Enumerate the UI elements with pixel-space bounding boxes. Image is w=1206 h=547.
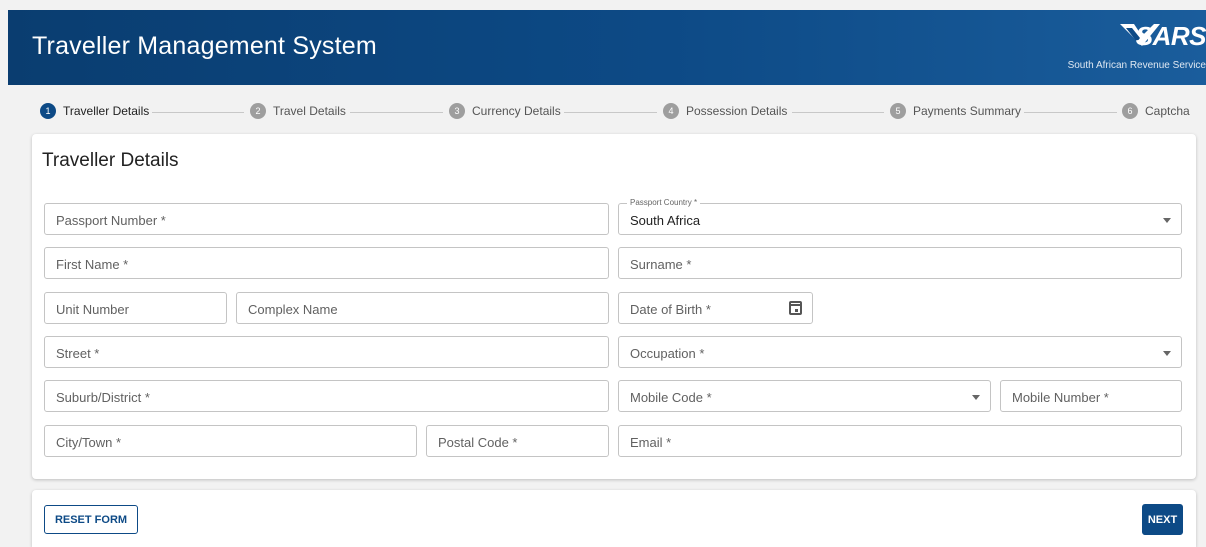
step-connector: [152, 112, 244, 113]
field-placeholder: Complex Name: [248, 302, 338, 317]
step-label: Currency Details: [472, 104, 561, 118]
step-label: Travel Details: [273, 104, 346, 118]
step-payments-summary[interactable]: 5 Payments Summary: [890, 103, 1021, 119]
step-traveller-details[interactable]: 1 Traveller Details: [40, 103, 149, 119]
reset-form-button[interactable]: RESET FORM: [44, 505, 138, 534]
step-number: 6: [1122, 103, 1138, 119]
field-placeholder: Occupation *: [630, 346, 705, 361]
field-placeholder: Email *: [630, 435, 672, 450]
step-connector: [1024, 112, 1117, 113]
field-placeholder: City/Town *: [56, 435, 122, 450]
dropdown-arrow-icon: [1163, 218, 1171, 223]
date-of-birth-field[interactable]: Date of Birth *: [618, 292, 813, 324]
city-field[interactable]: City/Town *: [44, 425, 417, 457]
step-label: Possession Details: [686, 104, 788, 118]
step-label: Traveller Details: [63, 104, 150, 118]
step-captcha[interactable]: 6 Captcha: [1122, 103, 1190, 119]
field-placeholder: Surname *: [630, 257, 692, 272]
step-number: 1: [40, 103, 56, 119]
email-field[interactable]: Email *: [618, 425, 1182, 457]
sars-logo: SARS South African Revenue Service: [1056, 18, 1206, 78]
mobile-code-select[interactable]: Mobile Code *: [618, 380, 991, 412]
complex-name-field[interactable]: Complex Name: [236, 292, 609, 324]
calendar-icon[interactable]: [789, 301, 802, 315]
mobile-number-field[interactable]: Mobile Number *: [1000, 380, 1182, 412]
field-value: South Africa: [630, 213, 701, 228]
field-placeholder: Postal Code *: [438, 435, 518, 450]
field-placeholder: Suburb/District *: [56, 390, 150, 405]
step-connector: [350, 112, 443, 113]
logo-wordmark: SARS: [1135, 21, 1206, 51]
step-label: Payments Summary: [913, 104, 1022, 118]
app-title: Traveller Management System: [32, 32, 377, 60]
step-label: Captcha: [1145, 104, 1190, 118]
step-number: 4: [663, 103, 679, 119]
step-number: 5: [890, 103, 906, 119]
traveller-details-card: Traveller Details Passport Number * Pass…: [32, 134, 1196, 479]
app-header: Traveller Management System SARS South A…: [8, 10, 1206, 85]
passport-number-field[interactable]: Passport Number *: [44, 203, 609, 235]
step-possession-details[interactable]: 4 Possession Details: [663, 103, 787, 119]
step-number: 2: [250, 103, 266, 119]
logo-tagline: South African Revenue Service: [1067, 60, 1206, 71]
field-placeholder: Passport Number *: [56, 213, 166, 228]
field-placeholder: First Name *: [56, 257, 129, 272]
step-connector: [792, 112, 884, 113]
field-placeholder: Date of Birth *: [630, 302, 711, 317]
occupation-select[interactable]: Occupation *: [618, 336, 1182, 368]
step-currency-details[interactable]: 3 Currency Details: [449, 103, 561, 119]
unit-number-field[interactable]: Unit Number: [44, 292, 227, 324]
dropdown-arrow-icon: [972, 395, 980, 400]
field-placeholder: Unit Number: [56, 302, 129, 317]
step-number: 3: [449, 103, 465, 119]
postal-code-field[interactable]: Postal Code *: [426, 425, 609, 457]
step-connector: [564, 112, 657, 113]
street-field[interactable]: Street *: [44, 336, 609, 368]
step-travel-details[interactable]: 2 Travel Details: [250, 103, 346, 119]
field-placeholder: Mobile Number *: [1012, 390, 1109, 405]
surname-field[interactable]: Surname *: [618, 247, 1182, 279]
field-placeholder: Street *: [56, 346, 100, 361]
progress-stepper: 1 Traveller Details 2 Travel Details 3 C…: [40, 103, 1190, 121]
next-button[interactable]: NEXT: [1142, 504, 1183, 535]
passport-country-select[interactable]: Passport Country * South Africa: [618, 198, 1182, 235]
field-placeholder: Mobile Code *: [630, 390, 712, 405]
suburb-field[interactable]: Suburb/District *: [44, 380, 609, 412]
field-label: Passport Country *: [627, 198, 701, 207]
form-actions-bar: RESET FORM NEXT: [32, 490, 1196, 547]
first-name-field[interactable]: First Name *: [44, 247, 609, 279]
dropdown-arrow-icon: [1163, 351, 1171, 356]
section-title: Traveller Details: [42, 150, 179, 171]
